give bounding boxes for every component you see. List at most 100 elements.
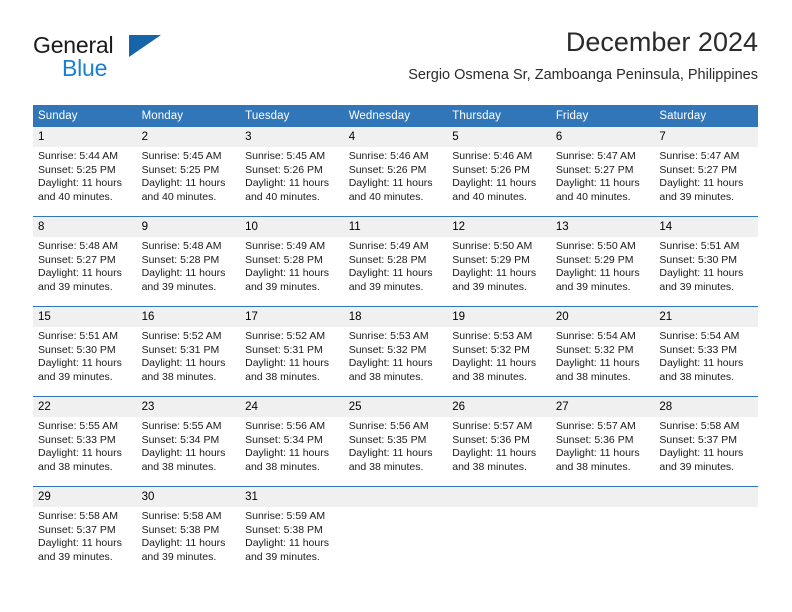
sunset-time: Sunset: 5:28 PM bbox=[141, 253, 220, 266]
calendar-day-cell[interactable]: 1 Sunrise: 5:44 AM Sunset: 5:25 PM Daylight… bbox=[33, 126, 137, 217]
calendar-day-cell[interactable]: 8 Sunrise: 5:48 AM Sunset: 5:27 PM Daylight… bbox=[33, 216, 137, 307]
calendar-day-cell[interactable]: 26 Sunrise: 5:57 AM Sunset: 5:36 PM Dayligh… bbox=[447, 396, 551, 487]
daylight-duration-line2: and 40 minutes. bbox=[452, 190, 527, 203]
day-number: 2 bbox=[136, 127, 241, 147]
calendar-day-cell[interactable]: 9 Sunrise: 5:48 AM Sunset: 5:28 PM Daylight… bbox=[136, 216, 241, 307]
calendar-week-row: 8 Sunrise: 5:48 AM Sunset: 5:27 PM Daylight… bbox=[33, 216, 758, 307]
calendar-day-cell[interactable]: 3 Sunrise: 5:45 AM Sunset: 5:26 PM Daylight… bbox=[240, 126, 344, 217]
sunset-time: Sunset: 5:28 PM bbox=[245, 253, 323, 266]
daylight-duration-line1: Daylight: 11 hours bbox=[452, 357, 537, 370]
day-details bbox=[551, 507, 655, 510]
day-number: 26 bbox=[447, 397, 551, 417]
logo-text-blue: Blue bbox=[62, 55, 108, 81]
day-number: 10 bbox=[240, 217, 344, 237]
daylight-duration-line2: and 38 minutes. bbox=[555, 460, 631, 473]
day-details: Sunrise: 5:58 AM Sunset: 5:37 PM Daylight:… bbox=[654, 417, 758, 474]
sunset-time: Sunset: 5:38 PM bbox=[245, 523, 323, 536]
calendar-day-cell[interactable]: 11 Sunrise: 5:49 AM Sunset: 5:28 PM Dayligh… bbox=[343, 216, 448, 307]
day-number: 1 bbox=[33, 127, 137, 147]
sunset-time: Sunset: 5:34 PM bbox=[245, 433, 323, 446]
calendar-day-cell[interactable]: 13 Sunrise: 5:50 AM Sunset: 5:29 PM Dayligh… bbox=[550, 216, 655, 307]
calendar-day-cell[interactable]: 22 Sunrise: 5:55 AM Sunset: 5:33 PM Dayligh… bbox=[33, 396, 137, 487]
day-details: Sunrise: 5:48 AM Sunset: 5:28 PM Daylight:… bbox=[137, 237, 241, 294]
calendar-day-cell[interactable]: 12 Sunrise: 5:50 AM Sunset: 5:29 PM Dayligh… bbox=[447, 216, 551, 307]
calendar-day-cell[interactable]: 24 Sunrise: 5:56 AM Sunset: 5:34 PM Dayligh… bbox=[240, 396, 344, 487]
calendar-day-cell[interactable]: 28 Sunrise: 5:58 AM Sunset: 5:37 PM Dayligh… bbox=[654, 396, 758, 487]
day-number: 3 bbox=[240, 127, 344, 147]
calendar-day-cell[interactable]: 7 Sunrise: 5:47 AM Sunset: 5:27 PM Daylight… bbox=[654, 126, 758, 217]
daylight-duration-line2: and 38 minutes. bbox=[38, 460, 113, 473]
calendar-day-cell[interactable]: 6 Sunrise: 5:47 AM Sunset: 5:27 PM Daylight… bbox=[550, 126, 655, 217]
calendar-page: General Blue December 2024 Sergio Osmena… bbox=[0, 0, 792, 612]
sunrise-time: Sunrise: 5:50 AM bbox=[452, 240, 533, 252]
daylight-duration-line1: Daylight: 11 hours bbox=[38, 357, 122, 370]
calendar-day-cell[interactable]: 2 Sunrise: 5:45 AM Sunset: 5:25 PM Daylight… bbox=[136, 126, 241, 217]
sunset-time: Sunset: 5:31 PM bbox=[245, 343, 323, 356]
weekday-header-sunday: Sunday bbox=[33, 105, 137, 127]
sunrise-time: Sunrise: 5:49 AM bbox=[348, 240, 429, 252]
day-number: 8 bbox=[33, 217, 137, 237]
calendar-day-cell[interactable]: 21 Sunrise: 5:54 AM Sunset: 5:33 PM Dayligh… bbox=[654, 306, 758, 397]
daylight-duration-line2: and 39 minutes. bbox=[348, 280, 424, 293]
sunset-time: Sunset: 5:29 PM bbox=[452, 253, 530, 266]
daylight-duration-line1: Daylight: 11 hours bbox=[141, 447, 226, 460]
sunset-time: Sunset: 5:36 PM bbox=[555, 433, 634, 446]
sunset-time: Sunset: 5:27 PM bbox=[38, 253, 116, 266]
calendar-day-cell[interactable]: 15 Sunrise: 5:51 AM Sunset: 5:30 PM Dayligh… bbox=[33, 306, 137, 397]
sunrise-time: Sunrise: 5:54 AM bbox=[659, 330, 740, 342]
daylight-duration-line2: and 39 minutes. bbox=[245, 280, 320, 293]
calendar-day-cell[interactable]: 27 Sunrise: 5:57 AM Sunset: 5:36 PM Dayligh… bbox=[550, 396, 655, 487]
daylight-duration-line1: Daylight: 11 hours bbox=[141, 537, 226, 550]
day-details: Sunrise: 5:45 AM Sunset: 5:26 PM Daylight:… bbox=[240, 147, 344, 204]
day-number: 11 bbox=[343, 217, 448, 237]
sunrise-time: Sunrise: 5:49 AM bbox=[245, 240, 326, 252]
calendar-day-cell[interactable]: 18 Sunrise: 5:53 AM Sunset: 5:32 PM Dayligh… bbox=[343, 306, 448, 397]
daylight-duration-line2: and 39 minutes. bbox=[245, 550, 320, 563]
calendar-day-cell[interactable]: 29 Sunrise: 5:58 AM Sunset: 5:37 PM Dayligh… bbox=[33, 486, 137, 576]
daylight-duration-line1: Daylight: 11 hours bbox=[245, 447, 329, 460]
calendar-day-cell[interactable]: 5 Sunrise: 5:46 AM Sunset: 5:26 PM Daylight… bbox=[447, 126, 551, 217]
day-number: 9 bbox=[136, 217, 241, 237]
calendar-day-cell-empty bbox=[654, 486, 758, 576]
calendar-day-cell[interactable]: 17 Sunrise: 5:52 AM Sunset: 5:31 PM Dayligh… bbox=[240, 306, 344, 397]
sunset-time: Sunset: 5:30 PM bbox=[38, 343, 116, 356]
day-details: Sunrise: 5:56 AM Sunset: 5:34 PM Daylight:… bbox=[240, 417, 344, 474]
sunrise-time: Sunrise: 5:46 AM bbox=[452, 150, 533, 162]
day-details: Sunrise: 5:56 AM Sunset: 5:35 PM Daylight:… bbox=[344, 417, 448, 474]
sunrise-time: Sunrise: 5:45 AM bbox=[141, 150, 222, 162]
daylight-duration-line2: and 39 minutes. bbox=[38, 280, 113, 293]
day-details: Sunrise: 5:58 AM Sunset: 5:37 PM Daylight:… bbox=[33, 507, 137, 564]
sunrise-time: Sunrise: 5:52 AM bbox=[245, 330, 326, 342]
sunset-time: Sunset: 5:30 PM bbox=[659, 253, 738, 266]
calendar-day-cell[interactable]: 20 Sunrise: 5:54 AM Sunset: 5:32 PM Dayligh… bbox=[550, 306, 655, 397]
day-details: Sunrise: 5:44 AM Sunset: 5:25 PM Daylight:… bbox=[33, 147, 137, 204]
calendar-day-cell[interactable]: 25 Sunrise: 5:56 AM Sunset: 5:35 PM Dayligh… bbox=[343, 396, 448, 487]
calendar-day-cell[interactable]: 23 Sunrise: 5:55 AM Sunset: 5:34 PM Dayligh… bbox=[136, 396, 241, 487]
day-number: 6 bbox=[550, 127, 655, 147]
day-details: Sunrise: 5:46 AM Sunset: 5:26 PM Daylight:… bbox=[447, 147, 551, 204]
sunset-time: Sunset: 5:28 PM bbox=[348, 253, 427, 266]
sunrise-time: Sunrise: 5:56 AM bbox=[245, 420, 326, 432]
calendar-day-cell[interactable]: 19 Sunrise: 5:53 AM Sunset: 5:32 PM Dayligh… bbox=[447, 306, 551, 397]
day-number: 4 bbox=[343, 127, 448, 147]
weekday-header-thursday: Thursday bbox=[447, 105, 551, 127]
calendar-day-cell[interactable]: 14 Sunrise: 5:51 AM Sunset: 5:30 PM Dayligh… bbox=[654, 216, 758, 307]
daylight-duration-line1: Daylight: 11 hours bbox=[245, 267, 329, 280]
day-number: 28 bbox=[654, 397, 758, 417]
day-details: Sunrise: 5:52 AM Sunset: 5:31 PM Daylight:… bbox=[137, 327, 241, 384]
sunrise-time: Sunrise: 5:57 AM bbox=[452, 420, 533, 432]
calendar-week-row: 22 Sunrise: 5:55 AM Sunset: 5:33 PM Dayligh… bbox=[33, 396, 758, 487]
daylight-duration-line1: Daylight: 11 hours bbox=[555, 357, 640, 370]
generalblue-logo[interactable]: General Blue bbox=[33, 32, 233, 88]
sunset-time: Sunset: 5:26 PM bbox=[348, 163, 427, 176]
calendar-day-cell[interactable]: 31 Sunrise: 5:59 AM Sunset: 5:38 PM Dayligh… bbox=[240, 486, 344, 576]
page-header: General Blue December 2024 Sergio Osmena… bbox=[33, 26, 758, 98]
calendar-day-cell[interactable]: 4 Sunrise: 5:46 AM Sunset: 5:26 PM Daylight… bbox=[343, 126, 448, 217]
sunrise-time: Sunrise: 5:53 AM bbox=[452, 330, 533, 342]
daylight-duration-line2: and 38 minutes. bbox=[555, 370, 631, 383]
sunrise-time: Sunrise: 5:58 AM bbox=[141, 510, 222, 522]
day-number: 29 bbox=[33, 487, 137, 507]
calendar-day-cell[interactable]: 16 Sunrise: 5:52 AM Sunset: 5:31 PM Dayligh… bbox=[136, 306, 241, 397]
calendar-day-cell[interactable]: 10 Sunrise: 5:49 AM Sunset: 5:28 PM Dayligh… bbox=[240, 216, 344, 307]
calendar-day-cell[interactable]: 30 Sunrise: 5:58 AM Sunset: 5:38 PM Dayligh… bbox=[136, 486, 241, 576]
